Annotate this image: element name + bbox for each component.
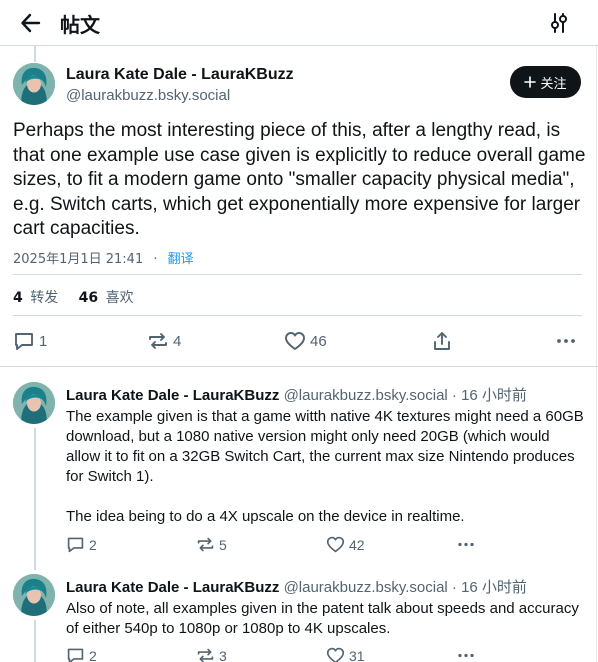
reply-paragraph: The idea being to do a 4X upscale on the… (66, 508, 465, 525)
repost-button[interactable]: 3 (196, 646, 227, 662)
like-icon (285, 332, 305, 350)
thread-connector (34, 620, 36, 662)
author-name[interactable]: Laura Kate Dale - LauraKBuzz (66, 66, 294, 84)
reply-text: Also of note, all examples given in the … (66, 599, 586, 639)
like-count: 31 (349, 647, 365, 662)
avatar[interactable] (13, 63, 55, 105)
post-timestamp: 2025年1月1日 21:41 (13, 252, 144, 267)
repost-icon (197, 537, 214, 552)
avatar-image (13, 574, 55, 616)
post-text: Perhaps the most interesting piece of th… (13, 120, 586, 239)
more-icon (557, 339, 575, 343)
likes-label[interactable]: 喜欢 (106, 290, 134, 306)
reply-icon (67, 648, 84, 662)
repost-count: 3 (219, 647, 227, 662)
reply-paragraph: Also of note, all examples given in the … (66, 600, 579, 637)
repost-count: 5 (219, 536, 227, 553)
post-actions: 1 4 46 (0, 328, 598, 354)
post-meta: 2025年1月1日 21:41 · 翻译 (13, 248, 194, 267)
like-button[interactable]: 46 (284, 330, 327, 352)
reply-button[interactable]: 1 (13, 330, 47, 352)
reply-paragraph: The example given is that a game witth n… (66, 408, 584, 485)
more-icon (458, 542, 474, 547)
post-stats: 4 转发 46 喜欢 (13, 287, 134, 307)
top-bar: 帖文 (0, 0, 598, 46)
repost-icon (149, 333, 167, 349)
filter-button[interactable] (548, 12, 570, 34)
reply-header: Laura Kate Dale - LauraKBuzz @laurakbuzz… (66, 384, 527, 405)
thread-connector (34, 46, 36, 62)
reply-time[interactable]: · 16 小时前 (452, 579, 527, 596)
avatar-image (13, 63, 55, 105)
like-icon (326, 647, 345, 662)
page-title: 帖文 (60, 13, 100, 37)
reply-count: 2 (89, 536, 97, 553)
section-divider (0, 366, 598, 367)
like-count: 46 (310, 332, 327, 350)
reply-icon (15, 333, 33, 350)
plus-icon (524, 76, 537, 88)
reply-count: 2 (89, 647, 97, 662)
reply-author-name[interactable]: Laura Kate Dale - LauraKBuzz (66, 579, 279, 596)
divider (13, 315, 582, 316)
reply-count: 1 (39, 332, 48, 350)
divider (13, 274, 582, 275)
share-icon (434, 332, 450, 350)
reply-button[interactable]: 2 (66, 646, 97, 662)
like-icon (326, 536, 345, 553)
more-button[interactable] (456, 646, 476, 662)
more-button[interactable] (456, 535, 476, 554)
reposts-count[interactable]: 4 (13, 290, 23, 306)
follow-label: 关注 (540, 76, 567, 92)
translate-link[interactable]: 翻译 (168, 252, 194, 267)
back-arrow-icon (21, 13, 41, 33)
repost-button[interactable]: 5 (196, 535, 227, 554)
reply-text: The example given is that a game witth n… (66, 407, 586, 527)
reply-author-handle[interactable]: @laurakbuzz.bsky.social (284, 387, 448, 404)
reply-button[interactable]: 2 (66, 535, 97, 554)
author-handle[interactable]: @laurakbuzz.bsky.social (66, 87, 230, 104)
more-icon (458, 653, 474, 658)
back-button[interactable] (18, 10, 44, 36)
follow-button[interactable]: 关注 (510, 66, 581, 98)
like-button[interactable]: 42 (326, 535, 365, 554)
avatar[interactable] (13, 382, 55, 424)
share-button[interactable] (431, 330, 453, 352)
reply-header: Laura Kate Dale - LauraKBuzz @laurakbuzz… (66, 576, 527, 597)
reply-author-name[interactable]: Laura Kate Dale - LauraKBuzz (66, 387, 279, 404)
avatar-image (13, 382, 55, 424)
meta-separator: · (153, 252, 158, 267)
like-button[interactable]: 31 (326, 646, 365, 662)
repost-icon (197, 648, 214, 662)
like-count: 42 (349, 536, 365, 553)
thread-connector (34, 428, 36, 570)
likes-count[interactable]: 46 (79, 290, 98, 306)
repost-count: 4 (173, 332, 182, 350)
filter-icon (551, 13, 567, 33)
reply-time[interactable]: · 16 小时前 (452, 387, 527, 404)
more-button[interactable] (555, 330, 577, 352)
repost-button[interactable]: 4 (147, 330, 181, 352)
reposts-label[interactable]: 转发 (30, 290, 58, 306)
avatar[interactable] (13, 574, 55, 616)
reply-icon (67, 537, 84, 553)
reply-author-handle[interactable]: @laurakbuzz.bsky.social (284, 579, 448, 596)
